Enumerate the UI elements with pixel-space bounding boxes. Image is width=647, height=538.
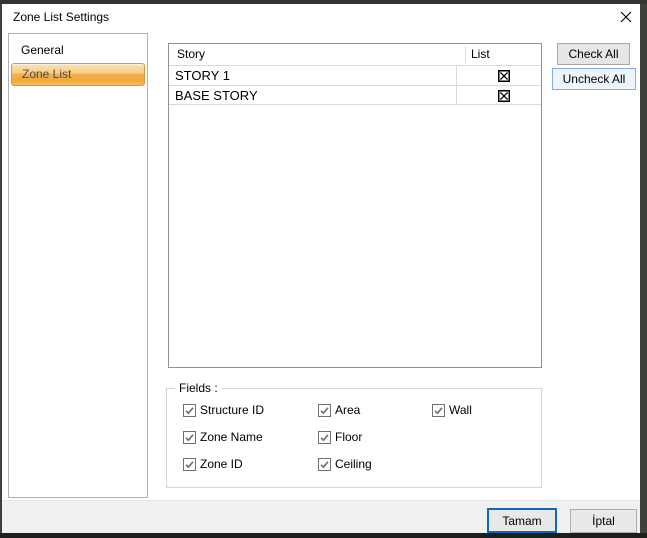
column-divider: [465, 46, 466, 63]
column-header-list[interactable]: List: [471, 44, 490, 65]
checkbox-label: Ceiling: [335, 457, 372, 471]
boxed-x-checked-icon: [498, 90, 510, 102]
column-divider: [456, 66, 457, 105]
checkbox-label: Floor: [335, 430, 362, 444]
checkbox-label: Wall: [449, 403, 472, 417]
background-app-edge-bottom: [0, 533, 647, 538]
desktop-background: Zone List Settings General Zone List Sto…: [0, 0, 647, 538]
checkbox-structure-id[interactable]: Structure ID: [183, 403, 264, 417]
list-checkbox-base-story[interactable]: [498, 89, 510, 101]
table-row-base-story[interactable]: BASE STORY: [169, 86, 541, 105]
checkbox-label: Zone Name: [200, 430, 263, 444]
fields-groupbox: Fields : Structure ID Zone Name: [166, 388, 542, 488]
ok-button[interactable]: Tamam: [487, 508, 557, 533]
close-button[interactable]: [612, 5, 639, 28]
checkbox-checked-icon: [183, 458, 196, 471]
fields-groupbox-legend: Fields :: [175, 381, 222, 396]
checkbox-checked-icon: [318, 431, 331, 444]
checkbox-floor[interactable]: Floor: [318, 430, 362, 444]
checkbox-area[interactable]: Area: [318, 403, 360, 417]
checkbox-checked-icon: [318, 458, 331, 471]
sidebar-item-zone-list[interactable]: Zone List: [11, 63, 145, 86]
close-icon: [620, 11, 632, 23]
table-row-story-1[interactable]: STORY 1: [169, 66, 541, 86]
checkbox-checked-icon: [432, 404, 445, 417]
zone-list-settings-dialog: Zone List Settings General Zone List Sto…: [2, 4, 640, 533]
list-checkbox-story-1[interactable]: [498, 69, 510, 81]
story-cell: BASE STORY: [175, 86, 258, 105]
check-all-button[interactable]: Check All: [557, 43, 630, 65]
checkbox-checked-icon: [183, 404, 196, 417]
checkbox-wall[interactable]: Wall: [432, 403, 472, 417]
settings-nav-panel: General Zone List: [8, 33, 148, 498]
sidebar-item-general[interactable]: General: [9, 38, 157, 62]
checkbox-zone-id[interactable]: Zone ID: [183, 457, 243, 471]
checkbox-zone-name[interactable]: Zone Name: [183, 430, 263, 444]
dialog-titlebar: Zone List Settings: [2, 4, 640, 30]
story-cell: STORY 1: [175, 66, 230, 85]
dialog-footer: Tamam İptal: [2, 500, 640, 533]
cancel-button[interactable]: İptal: [570, 509, 637, 533]
boxed-x-checked-icon: [498, 70, 510, 82]
checkbox-label: Area: [335, 403, 360, 417]
column-header-story[interactable]: Story: [177, 44, 205, 65]
uncheck-all-button[interactable]: Uncheck All: [552, 68, 636, 90]
table-header-row: Story List: [169, 44, 541, 66]
checkbox-ceiling[interactable]: Ceiling: [318, 457, 372, 471]
checkbox-label: Structure ID: [200, 403, 264, 417]
checkbox-label: Zone ID: [200, 457, 243, 471]
dialog-title: Zone List Settings: [13, 4, 109, 30]
story-list-table: Story List STORY 1 BASE STORY: [168, 43, 542, 368]
checkbox-checked-icon: [183, 431, 196, 444]
checkbox-checked-icon: [318, 404, 331, 417]
